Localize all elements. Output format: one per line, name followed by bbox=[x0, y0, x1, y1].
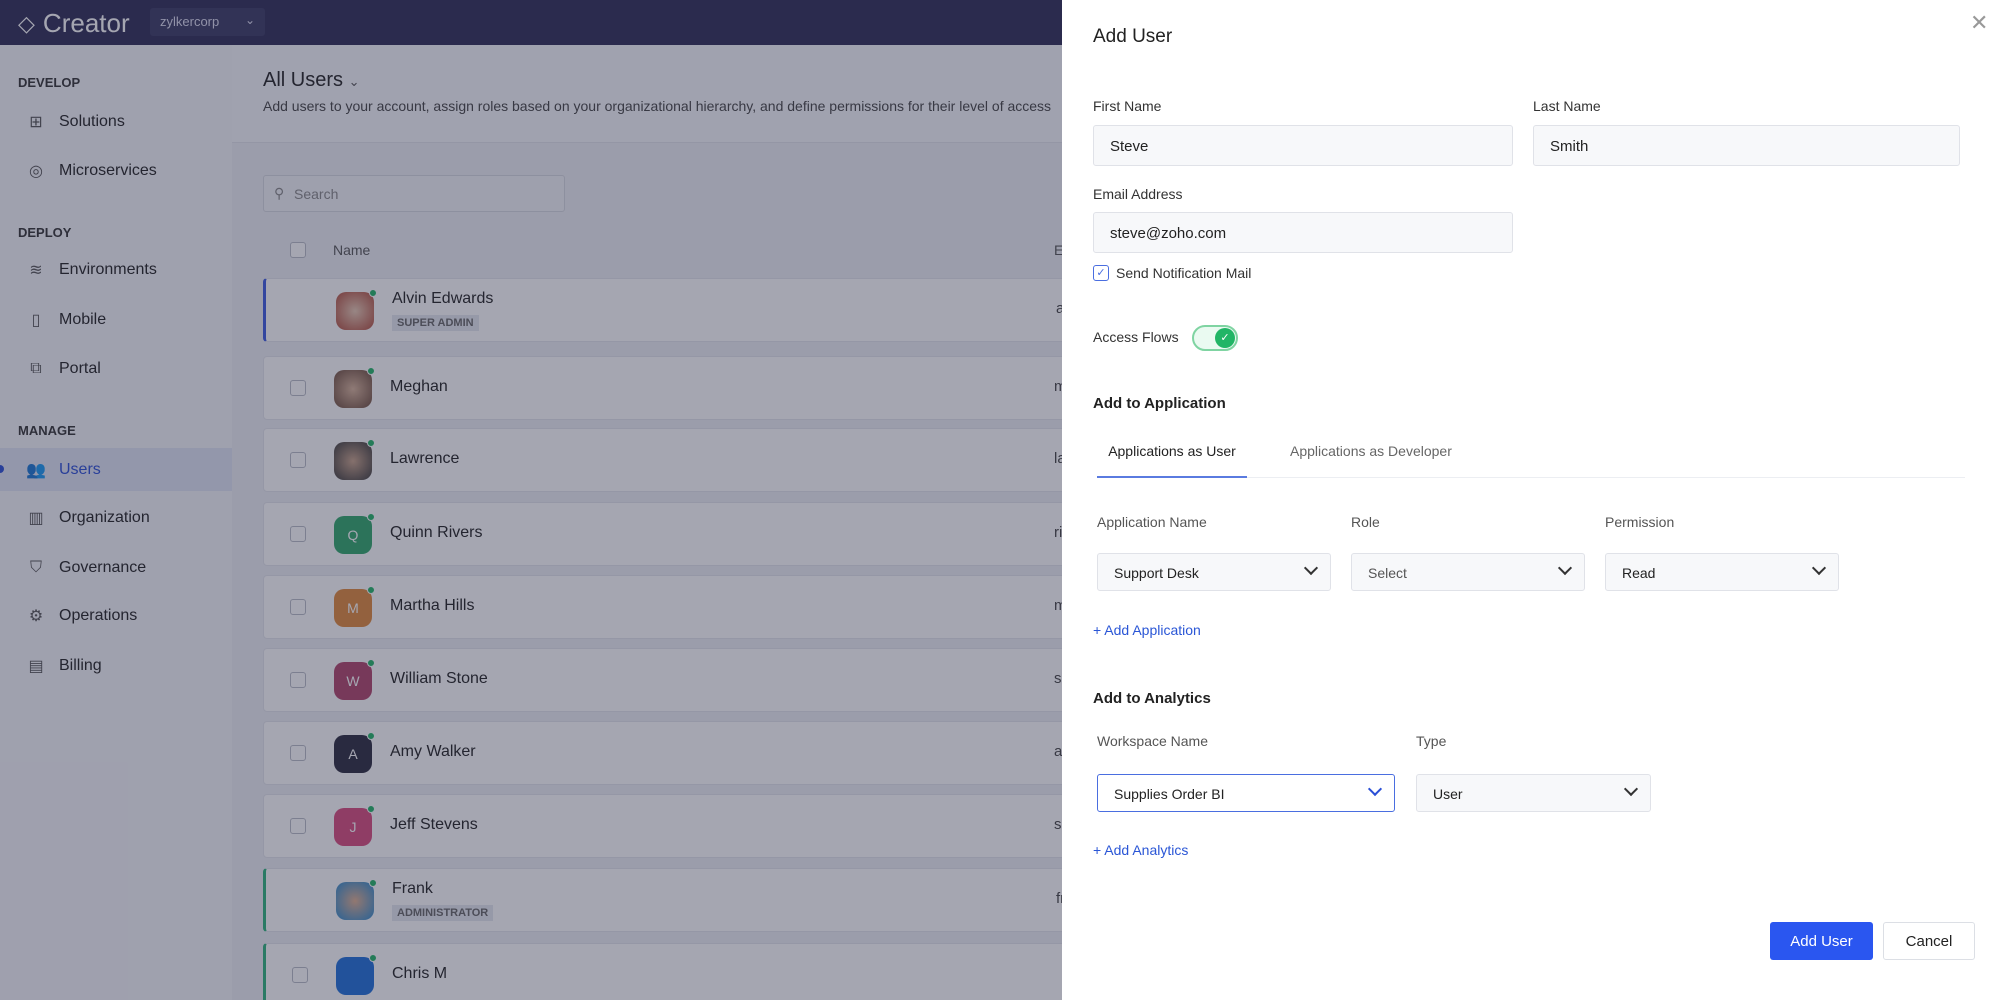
panel-title: Add User bbox=[1093, 26, 1173, 47]
last-name-input[interactable]: Smith bbox=[1533, 125, 1960, 166]
chevron-down-icon bbox=[1303, 560, 1319, 576]
access-flows-toggle[interactable]: ✓ bbox=[1192, 325, 1238, 351]
plus-icon: + bbox=[1093, 842, 1105, 858]
chevron-down-icon bbox=[1557, 560, 1573, 576]
type-select[interactable]: User bbox=[1416, 774, 1651, 812]
close-icon[interactable]: ✕ bbox=[1970, 10, 1988, 36]
add-to-application-heading: Add to Application bbox=[1093, 395, 1226, 412]
background-app: ◇ Creator zylkercorp ⌄ DEVELOP ⊞ Solutions … bbox=[0, 0, 1062, 1000]
first-name-input[interactable]: Steve bbox=[1093, 125, 1513, 166]
permission-select[interactable]: Read bbox=[1605, 553, 1839, 591]
role-label: Role bbox=[1351, 514, 1380, 530]
chevron-down-icon bbox=[1811, 560, 1827, 576]
send-notification-label: Send Notification Mail bbox=[1116, 265, 1252, 281]
tab-applications-as-user[interactable]: Applications as User bbox=[1097, 443, 1247, 459]
workspace-name-label: Workspace Name bbox=[1097, 733, 1209, 749]
last-name-label: Last Name bbox=[1533, 98, 1601, 114]
add-user-button[interactable]: Add User bbox=[1770, 922, 1873, 960]
chevron-down-icon bbox=[1367, 781, 1383, 797]
modal-overlay[interactable] bbox=[0, 0, 1062, 1000]
application-name-select[interactable]: Support Desk bbox=[1097, 553, 1331, 591]
permission-label: Permission bbox=[1605, 514, 1675, 530]
email-input[interactable]: steve@zoho.com bbox=[1093, 212, 1513, 253]
check-icon: ✓ bbox=[1215, 328, 1235, 348]
add-application-link[interactable]: + Add Application bbox=[1093, 622, 1201, 638]
add-analytics-link[interactable]: + Add Analytics bbox=[1093, 842, 1188, 858]
first-name-label: First Name bbox=[1093, 98, 1162, 114]
add-to-analytics-heading: Add to Analytics bbox=[1093, 690, 1211, 707]
workspace-name-select[interactable]: Supplies Order BI bbox=[1097, 774, 1395, 812]
active-tab-underline bbox=[1097, 476, 1247, 478]
add-user-panel: Add User ✕ First Name Steve Last Name Sm… bbox=[1062, 0, 2000, 1000]
type-label: Type bbox=[1416, 733, 1447, 749]
send-notification-checkbox[interactable]: ✓ bbox=[1093, 265, 1109, 281]
access-flows-label: Access Flows bbox=[1093, 329, 1179, 345]
chevron-down-icon bbox=[1623, 781, 1639, 797]
plus-icon: + bbox=[1093, 622, 1105, 638]
tab-applications-as-developer[interactable]: Applications as Developer bbox=[1290, 443, 1452, 459]
cancel-button[interactable]: Cancel bbox=[1883, 922, 1975, 960]
application-name-label: Application Name bbox=[1097, 514, 1207, 530]
role-select[interactable]: Select bbox=[1351, 553, 1585, 591]
email-label: Email Address bbox=[1093, 186, 1183, 202]
